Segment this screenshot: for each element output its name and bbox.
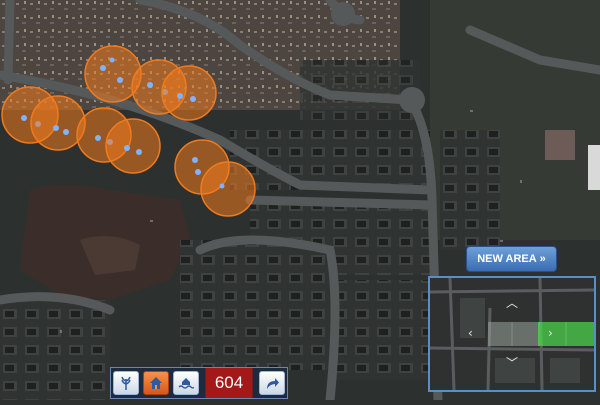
damage-marker[interactable]: [200, 161, 256, 217]
damage-toolbar: 604: [110, 367, 288, 399]
damage-count: 604: [205, 368, 253, 398]
crops-icon[interactable]: [113, 371, 139, 395]
minimap-down-icon[interactable]: ﹀: [506, 354, 518, 371]
double-chevron-right-icon: »: [539, 253, 546, 265]
minimap-left-icon[interactable]: ‹: [468, 326, 473, 340]
minimap-right-icon[interactable]: ›: [548, 326, 553, 340]
minimap[interactable]: ︿ ﹀ ‹ ›: [428, 276, 596, 392]
home-damage-icon[interactable]: [143, 371, 169, 395]
damage-marker[interactable]: [105, 118, 161, 174]
minimap-up-icon[interactable]: ︿: [506, 294, 518, 311]
damage-marker[interactable]: [161, 65, 217, 121]
damage-marker[interactable]: [30, 95, 86, 151]
share-arrow-icon[interactable]: [259, 371, 285, 395]
flood-icon[interactable]: [173, 371, 199, 395]
new-area-label: NEW AREA: [477, 253, 537, 265]
new-area-button[interactable]: NEW AREA »: [466, 246, 557, 272]
